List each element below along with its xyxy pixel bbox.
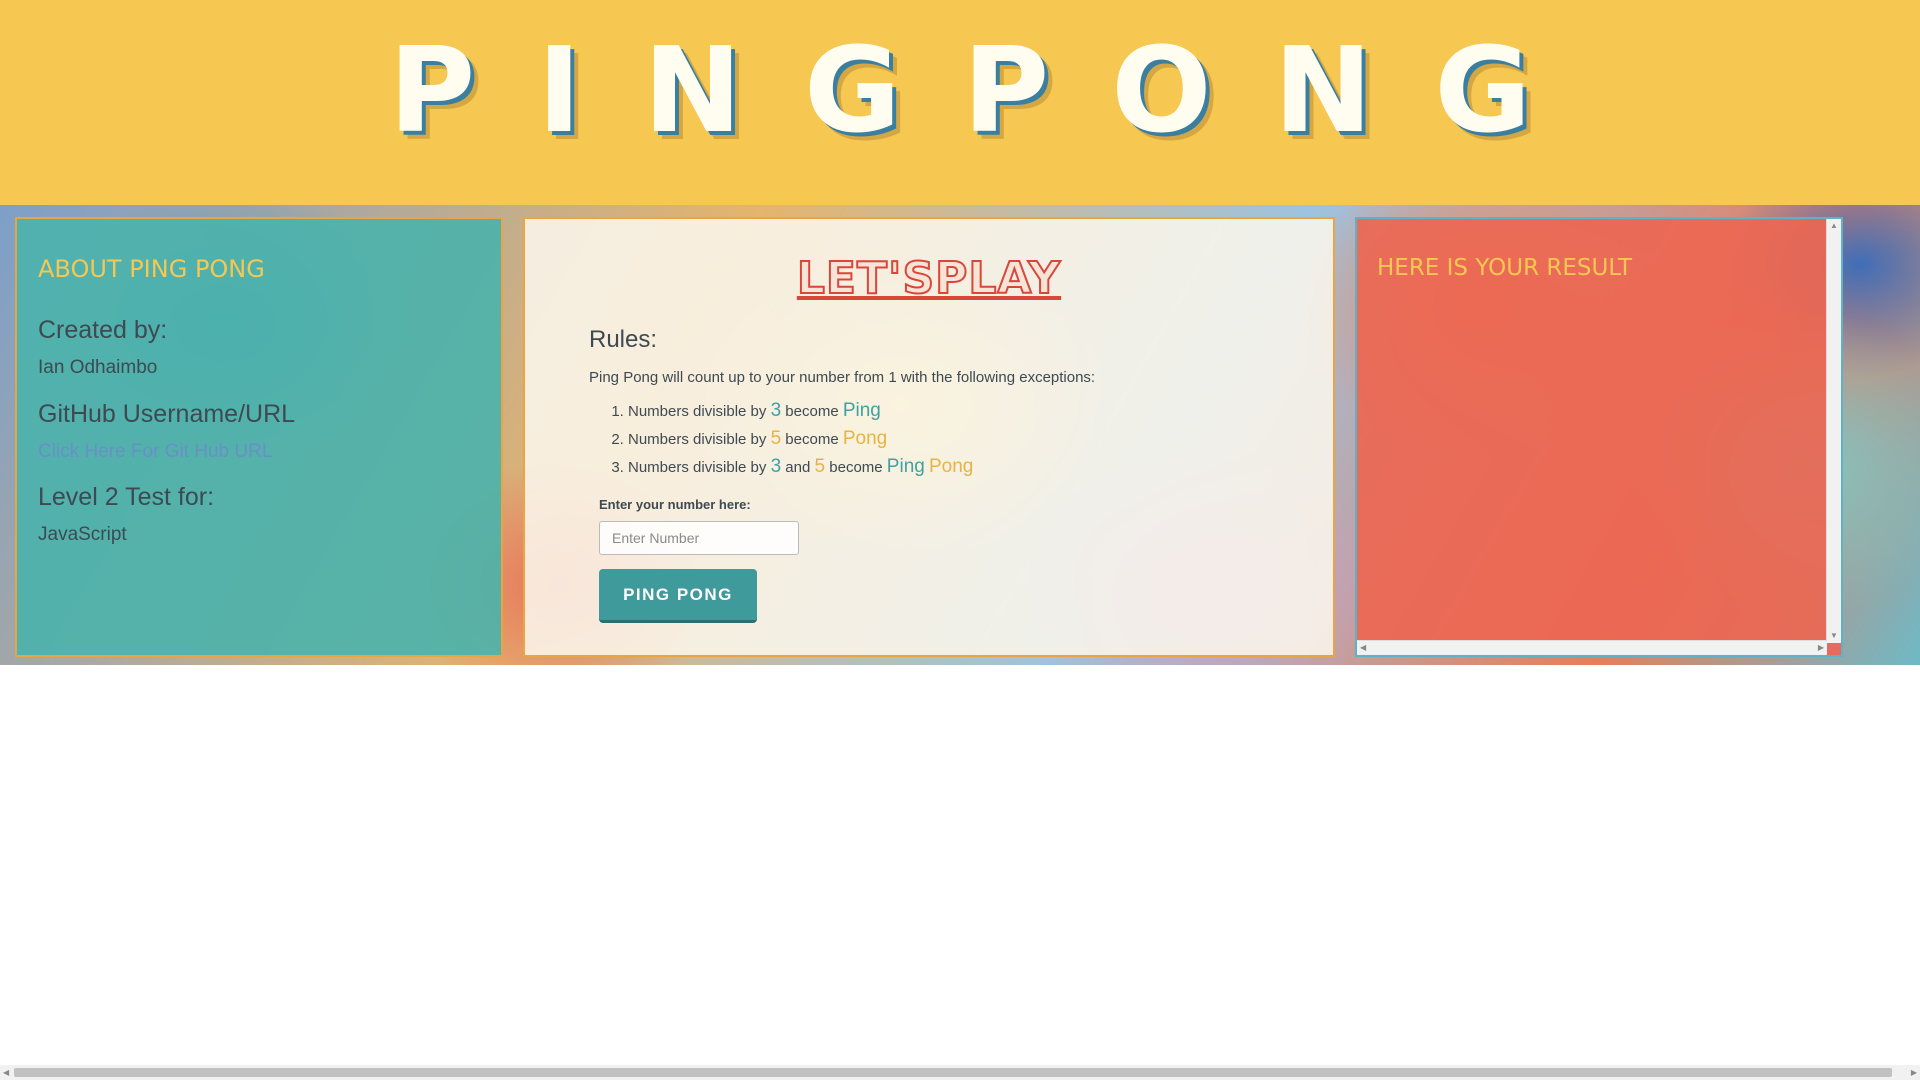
level-label: Level 2 Test for:: [38, 483, 215, 511]
rule-item: Numbers divisible by 3 become Ping: [628, 397, 973, 425]
result-heading: HERE IS YOUR RESULT: [1377, 255, 1633, 281]
rule-word: Ping: [842, 400, 881, 421]
rule-text: Numbers divisible by: [628, 459, 771, 476]
scroll-left-arrow-icon[interactable]: ◀: [1360, 643, 1366, 653]
scroll-right-arrow-icon[interactable]: ▶: [1818, 643, 1824, 653]
rule-number: 5: [770, 428, 782, 449]
result-horizontal-scrollbar[interactable]: ◀ ▶: [1357, 640, 1827, 655]
result-vertical-scrollbar[interactable]: ▲ ▼: [1826, 219, 1841, 643]
rule-word: Pong: [842, 428, 888, 449]
number-input-label: Enter your number here:: [599, 497, 751, 512]
github-label: GitHub Username/URL: [38, 400, 296, 428]
rules-title: Rules:: [589, 326, 658, 353]
rule-text: and: [781, 459, 815, 476]
page-horizontal-scrollbar[interactable]: ◀ ▶: [0, 1065, 1920, 1080]
page-title: PINGPONG: [388, 21, 1594, 159]
content-band: ABOUT PING PONG Created by: Ian Odhaimbo…: [0, 205, 1920, 665]
rules-list: Numbers divisible by 3 become Ping Numbe…: [589, 397, 973, 481]
rule-word: Ping: [886, 456, 925, 477]
about-heading: ABOUT PING PONG: [38, 255, 265, 283]
created-by-value: Ian Odhaimbo: [38, 357, 158, 378]
created-by-label: Created by:: [38, 316, 168, 344]
page-scroll-thumb[interactable]: [14, 1068, 1892, 1077]
rule-number: 5: [814, 456, 826, 477]
rule-text: become: [781, 403, 843, 420]
rule-text: become: [781, 431, 843, 448]
about-panel: ABOUT PING PONG Created by: Ian Odhaimbo…: [15, 217, 503, 657]
github-link[interactable]: Click Here For Git Hub URL: [38, 441, 272, 463]
result-panel: HERE IS YOUR RESULT ▲ ▼ ◀ ▶: [1355, 217, 1843, 657]
play-heading: LET'SPLAY: [796, 252, 1062, 305]
ping-pong-button[interactable]: PING PONG: [599, 569, 757, 623]
rule-item: Numbers divisible by 3 and 5 become Ping…: [628, 453, 973, 481]
number-input[interactable]: [599, 521, 799, 555]
rule-number: 3: [770, 400, 782, 421]
rule-text: Numbers divisible by: [628, 403, 771, 420]
rule-text: become: [825, 459, 887, 476]
page-scroll-left-arrow-icon[interactable]: ◀: [3, 1068, 9, 1078]
play-panel: LET'SPLAY Rules: Ping Pong will count up…: [523, 217, 1335, 657]
rule-word: Pong: [929, 456, 974, 477]
level-value: JavaScript: [38, 524, 127, 545]
scroll-up-arrow-icon[interactable]: ▲: [1830, 221, 1838, 231]
rule-item: Numbers divisible by 5 become Pong: [628, 425, 973, 453]
rule-number: 3: [770, 456, 782, 477]
rule-text: Numbers divisible by: [628, 431, 771, 448]
scroll-down-arrow-icon[interactable]: ▼: [1830, 631, 1838, 641]
page-header: PINGPONG: [0, 0, 1920, 205]
rules-intro: Ping Pong will count up to your number f…: [589, 369, 1096, 386]
page-scroll-right-arrow-icon[interactable]: ▶: [1911, 1068, 1917, 1078]
